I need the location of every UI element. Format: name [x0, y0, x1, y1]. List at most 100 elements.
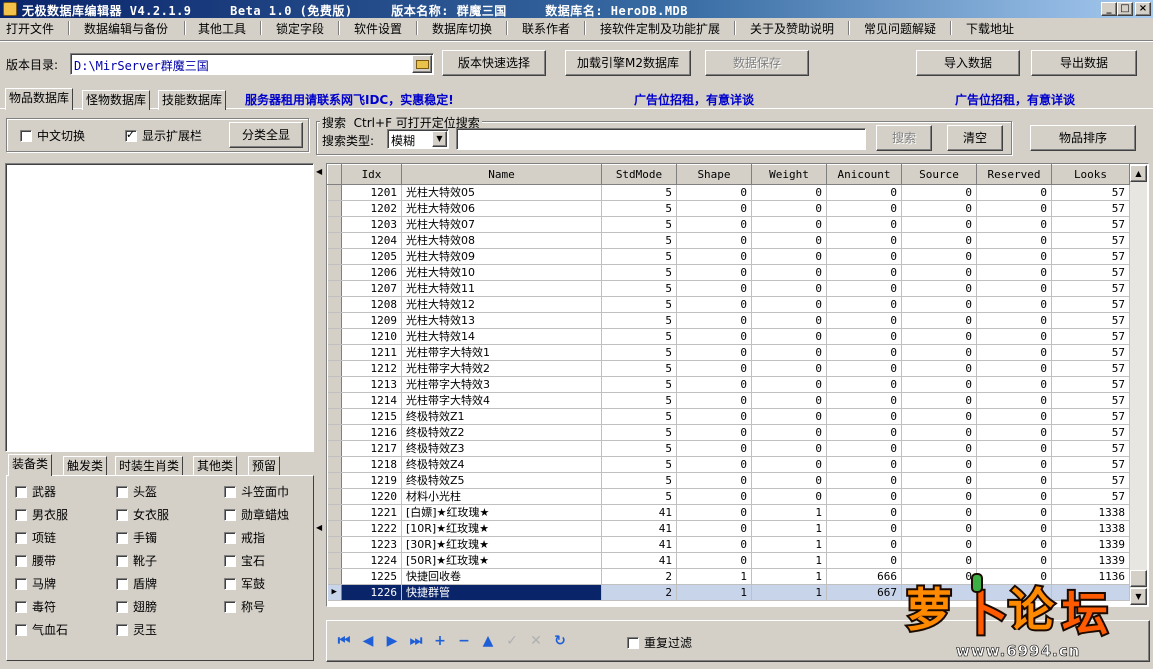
dup-filter-checkbox[interactable]: 重复过滤 [627, 634, 692, 651]
cell-reserved[interactable]: 0 [976, 408, 1052, 425]
cell-weight[interactable]: 0 [751, 472, 827, 489]
splitter-left-arrow-icon[interactable]: ◀ [316, 167, 322, 176]
cell-shape[interactable]: 0 [676, 440, 752, 457]
cell-source[interactable]: 0 [901, 456, 977, 473]
cell-weight[interactable]: 0 [751, 376, 827, 393]
cell-shape[interactable]: 0 [676, 424, 752, 441]
cell-anicount[interactable]: 667 [826, 584, 902, 601]
cell-shape[interactable]: 1 [676, 584, 752, 601]
cell-shape[interactable]: 1 [676, 568, 752, 585]
left-list-panel[interactable] [5, 163, 314, 452]
cell-reserved[interactable]: 0 [976, 376, 1052, 393]
cell-looks[interactable]: 57 [1051, 440, 1130, 457]
table-row[interactable]: 1218 终极特效Z4 5 0 0 0 0 0 57 [327, 456, 1130, 473]
column-header-anicount[interactable]: Anicount [826, 164, 902, 185]
cell-anicount[interactable]: 0 [826, 552, 902, 569]
table-row[interactable]: 1215 终极特效Z1 5 0 0 0 0 0 57 [327, 408, 1130, 425]
cell-anicount[interactable]: 0 [826, 200, 902, 217]
cell-name[interactable]: 光柱带字大特效2 [401, 360, 602, 377]
cell-anicount[interactable]: 0 [826, 424, 902, 441]
table-row[interactable]: 1205 光柱大特效09 5 0 0 0 0 0 57 [327, 248, 1130, 265]
cell-name[interactable]: 光柱大特效11 [401, 280, 602, 297]
cell-anicount[interactable]: 0 [826, 456, 902, 473]
cell-shape[interactable]: 0 [676, 296, 752, 313]
menu-db-switch[interactable]: 数据库切换 [432, 20, 492, 36]
cell-stdmode[interactable]: 5 [601, 344, 677, 361]
menu-faq[interactable]: 常见问题解疑 [864, 20, 936, 36]
cat-tab-other[interactable]: 其他类 [193, 456, 238, 476]
cat-male-clothes[interactable]: 男衣服 [15, 506, 68, 523]
cell-idx[interactable]: 1206 [341, 264, 402, 281]
last-icon[interactable]: ⏭ [408, 633, 424, 649]
cell-idx[interactable]: 1222 [341, 520, 402, 537]
cell-stdmode[interactable]: 5 [601, 216, 677, 233]
cell-shape[interactable]: 0 [676, 216, 752, 233]
cat-boots[interactable]: 靴子 [116, 552, 157, 569]
cell-looks[interactable]: 1338 [1051, 504, 1130, 521]
post-icon[interactable]: ✓ [504, 633, 520, 649]
cell-source[interactable]: 0 [901, 216, 977, 233]
cell-reserved[interactable]: 0 [976, 440, 1052, 457]
cell-stdmode[interactable]: 41 [601, 536, 677, 553]
cell-reserved[interactable]: 0 [976, 520, 1052, 537]
row-indicator[interactable] [327, 312, 342, 329]
cell-looks[interactable]: 57 [1051, 488, 1130, 505]
table-row[interactable]: 1221 [白嫖]★红玫瑰★ 41 0 1 0 0 0 1338 [327, 504, 1130, 521]
cell-anicount[interactable]: 0 [826, 504, 902, 521]
cell-weight[interactable]: 0 [751, 232, 827, 249]
cell-anicount[interactable]: 0 [826, 264, 902, 281]
cell-source[interactable]: 0 [901, 344, 977, 361]
row-indicator[interactable] [327, 184, 342, 201]
cell-shape[interactable]: 0 [676, 280, 752, 297]
cell-source[interactable]: 0 [901, 504, 977, 521]
row-indicator[interactable] [327, 328, 342, 345]
cell-stdmode[interactable]: 5 [601, 312, 677, 329]
cell-shape[interactable]: 0 [676, 488, 752, 505]
cell-source[interactable]: 0 [901, 488, 977, 505]
cell-source[interactable]: 0 [901, 328, 977, 345]
close-button[interactable]: × [1135, 2, 1151, 16]
chevron-down-icon[interactable]: ▼ [432, 131, 447, 147]
cell-reserved[interactable]: 0 [976, 424, 1052, 441]
cell-source[interactable]: 0 [901, 248, 977, 265]
cell-stdmode[interactable]: 5 [601, 424, 677, 441]
cell-looks[interactable]: 57 [1051, 472, 1130, 489]
cell-anicount[interactable]: 0 [826, 280, 902, 297]
cell-idx[interactable]: 1202 [341, 200, 402, 217]
load-engine-button[interactable]: 加载引擎M2数据库 [565, 50, 691, 76]
table-row[interactable]: 1212 光柱带字大特效2 5 0 0 0 0 0 57 [327, 360, 1130, 377]
cell-stdmode[interactable]: 2 [601, 568, 677, 585]
cell-source[interactable]: 0 [901, 440, 977, 457]
cell-name[interactable]: 光柱大特效06 [401, 200, 602, 217]
cat-jade[interactable]: 灵玉 [116, 621, 157, 638]
cell-weight[interactable]: 1 [751, 520, 827, 537]
cat-weapon[interactable]: 武器 [15, 483, 56, 500]
cell-looks[interactable]: 57 [1051, 248, 1130, 265]
cell-stdmode[interactable]: 5 [601, 200, 677, 217]
cell-shape[interactable]: 0 [676, 248, 752, 265]
table-row[interactable]: 1222 [10R]★红玫瑰★ 41 0 1 0 0 0 1338 [327, 520, 1130, 537]
insert-icon[interactable]: + [432, 633, 448, 649]
table-row[interactable]: 1211 光柱带字大特效1 5 0 0 0 0 0 57 [327, 344, 1130, 361]
cell-name[interactable]: 光柱带字大特效4 [401, 392, 602, 409]
cell-weight[interactable]: 0 [751, 328, 827, 345]
cell-idx[interactable]: 1212 [341, 360, 402, 377]
cell-idx[interactable]: 1218 [341, 456, 402, 473]
cell-weight[interactable]: 0 [751, 392, 827, 409]
table-row[interactable]: 1223 [30R]★红玫瑰★ 41 0 1 0 0 0 1339 [327, 536, 1130, 553]
row-indicator[interactable] [327, 264, 342, 281]
cell-shape[interactable]: 0 [676, 200, 752, 217]
cell-reserved[interactable]: 0 [976, 472, 1052, 489]
cell-idx[interactable]: 1211 [341, 344, 402, 361]
cat-blood-stone[interactable]: 气血石 [15, 621, 68, 638]
cell-weight[interactable]: 0 [751, 424, 827, 441]
row-indicator[interactable] [327, 472, 342, 489]
cell-source[interactable]: 0 [901, 280, 977, 297]
row-indicator[interactable] [327, 216, 342, 233]
cell-source[interactable]: 0 [901, 296, 977, 313]
cell-anicount[interactable]: 0 [826, 376, 902, 393]
cell-looks[interactable]: 57 [1051, 296, 1130, 313]
minimize-button[interactable]: _ [1101, 2, 1117, 16]
cell-anicount[interactable]: 0 [826, 296, 902, 313]
cell-weight[interactable]: 0 [751, 296, 827, 313]
